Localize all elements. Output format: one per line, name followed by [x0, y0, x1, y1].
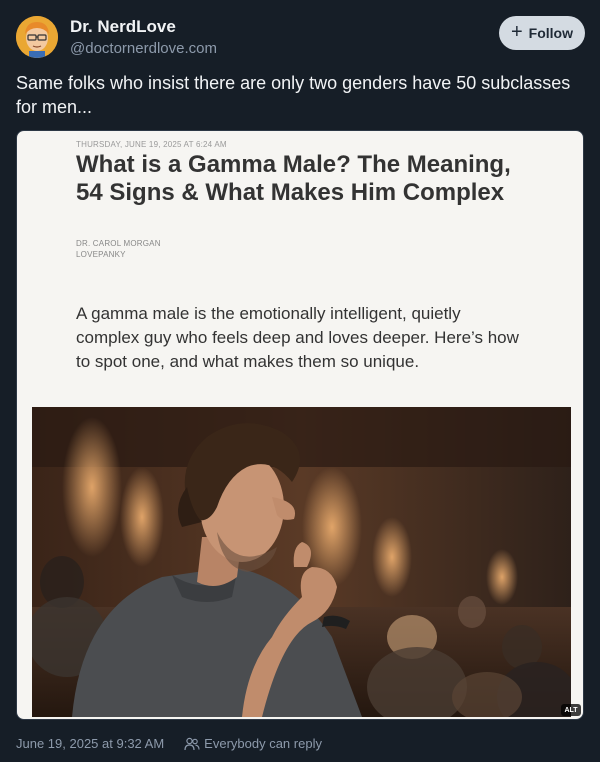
people-icon	[184, 737, 200, 750]
avatar[interactable]	[16, 16, 58, 58]
post: Dr. NerdLove @doctornerdlove.com + Follo…	[0, 0, 600, 762]
plus-icon: +	[510, 21, 523, 43]
article-summary: A gamma male is the emotionally intellig…	[76, 304, 519, 371]
article-photo	[32, 407, 571, 717]
reply-setting-label: Everybody can reply	[204, 736, 322, 751]
post-timestamp[interactable]: June 19, 2025 at 9:32 AM	[16, 736, 164, 751]
post-image[interactable]: THURSDAY, JUNE 19, 2025 AT 6:24 AM What …	[16, 130, 584, 720]
follow-button-label: Follow	[528, 25, 573, 41]
cartoon-avatar-icon	[16, 16, 58, 58]
alt-text-badge[interactable]: ALT	[561, 704, 581, 716]
article-title: What is a Gamma Male? The Meaning, 54 Si…	[76, 151, 511, 206]
follow-button[interactable]: + Follow	[499, 16, 585, 50]
article-date: THURSDAY, JUNE 19, 2025 AT 6:24 AM	[76, 140, 227, 149]
author-handle[interactable]: @doctornerdlove.com	[70, 40, 217, 57]
post-footer: June 19, 2025 at 9:32 AM Everybody can r…	[16, 736, 322, 751]
reply-setting[interactable]: Everybody can reply	[184, 736, 322, 751]
article-author: DR. CAROL MORGAN	[76, 239, 161, 248]
author-display-name[interactable]: Dr. NerdLove	[70, 17, 176, 37]
article-site: LOVEPANKY	[76, 250, 126, 259]
thinking-man-photo	[32, 407, 571, 717]
post-text: Same folks who insist there are only two…	[16, 73, 571, 117]
